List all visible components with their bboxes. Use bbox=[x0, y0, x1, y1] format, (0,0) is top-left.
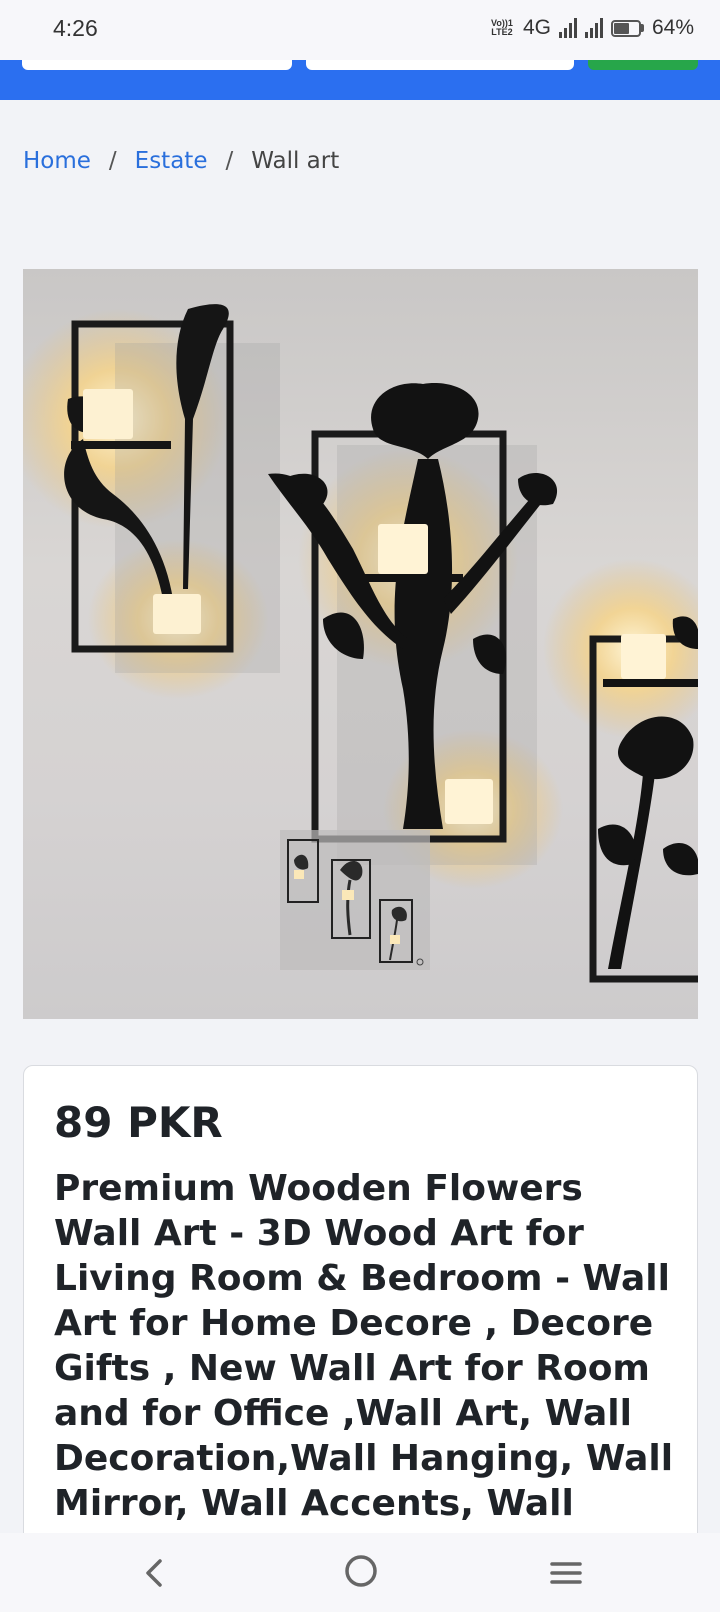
home-circle-icon[interactable] bbox=[343, 1553, 379, 1589]
battery-fill bbox=[613, 22, 630, 34]
search-input[interactable] bbox=[22, 60, 292, 70]
product-price: 89 PKR bbox=[54, 1098, 223, 1147]
breadcrumb-separator: / bbox=[225, 148, 234, 174]
signal-icon-2 bbox=[584, 18, 603, 38]
system-nav-bar bbox=[0, 1533, 720, 1612]
product-title: Premium Wooden Flowers Wall Art - 3D Woo… bbox=[54, 1168, 674, 1524]
status-time: 4:26 bbox=[53, 15, 98, 41]
page: 4:26 Vo))1 LTE2 4G 64% Home / Estate / W… bbox=[0, 0, 720, 1612]
breadcrumb: Home / Estate / Wall art bbox=[23, 148, 339, 174]
breadcrumb-current: Wall art bbox=[251, 148, 340, 174]
volte-icon: Vo))1 LTE2 bbox=[491, 18, 513, 37]
search-button[interactable] bbox=[588, 60, 698, 70]
product-info-card: 89 PKR Premium Wooden Flowers Wall Art -… bbox=[23, 1065, 698, 1612]
breadcrumb-separator: / bbox=[108, 148, 117, 174]
status-bar: 4:26 Vo))1 LTE2 4G 64% bbox=[0, 0, 720, 60]
network-type: 4G bbox=[522, 16, 551, 39]
battery-percent: 64% bbox=[651, 16, 694, 39]
status-icons: Vo))1 LTE2 4G 64% bbox=[489, 16, 694, 40]
back-chevron-icon[interactable] bbox=[138, 1555, 174, 1591]
breadcrumb-home-link[interactable]: Home bbox=[23, 148, 91, 174]
signal-icon-1 bbox=[558, 18, 577, 38]
image-thumbnail[interactable] bbox=[280, 830, 430, 970]
battery-icon bbox=[610, 19, 644, 37]
breadcrumb-category-link[interactable]: Estate bbox=[135, 148, 208, 174]
menu-lines-icon[interactable] bbox=[548, 1555, 584, 1591]
location-input[interactable] bbox=[306, 60, 574, 70]
